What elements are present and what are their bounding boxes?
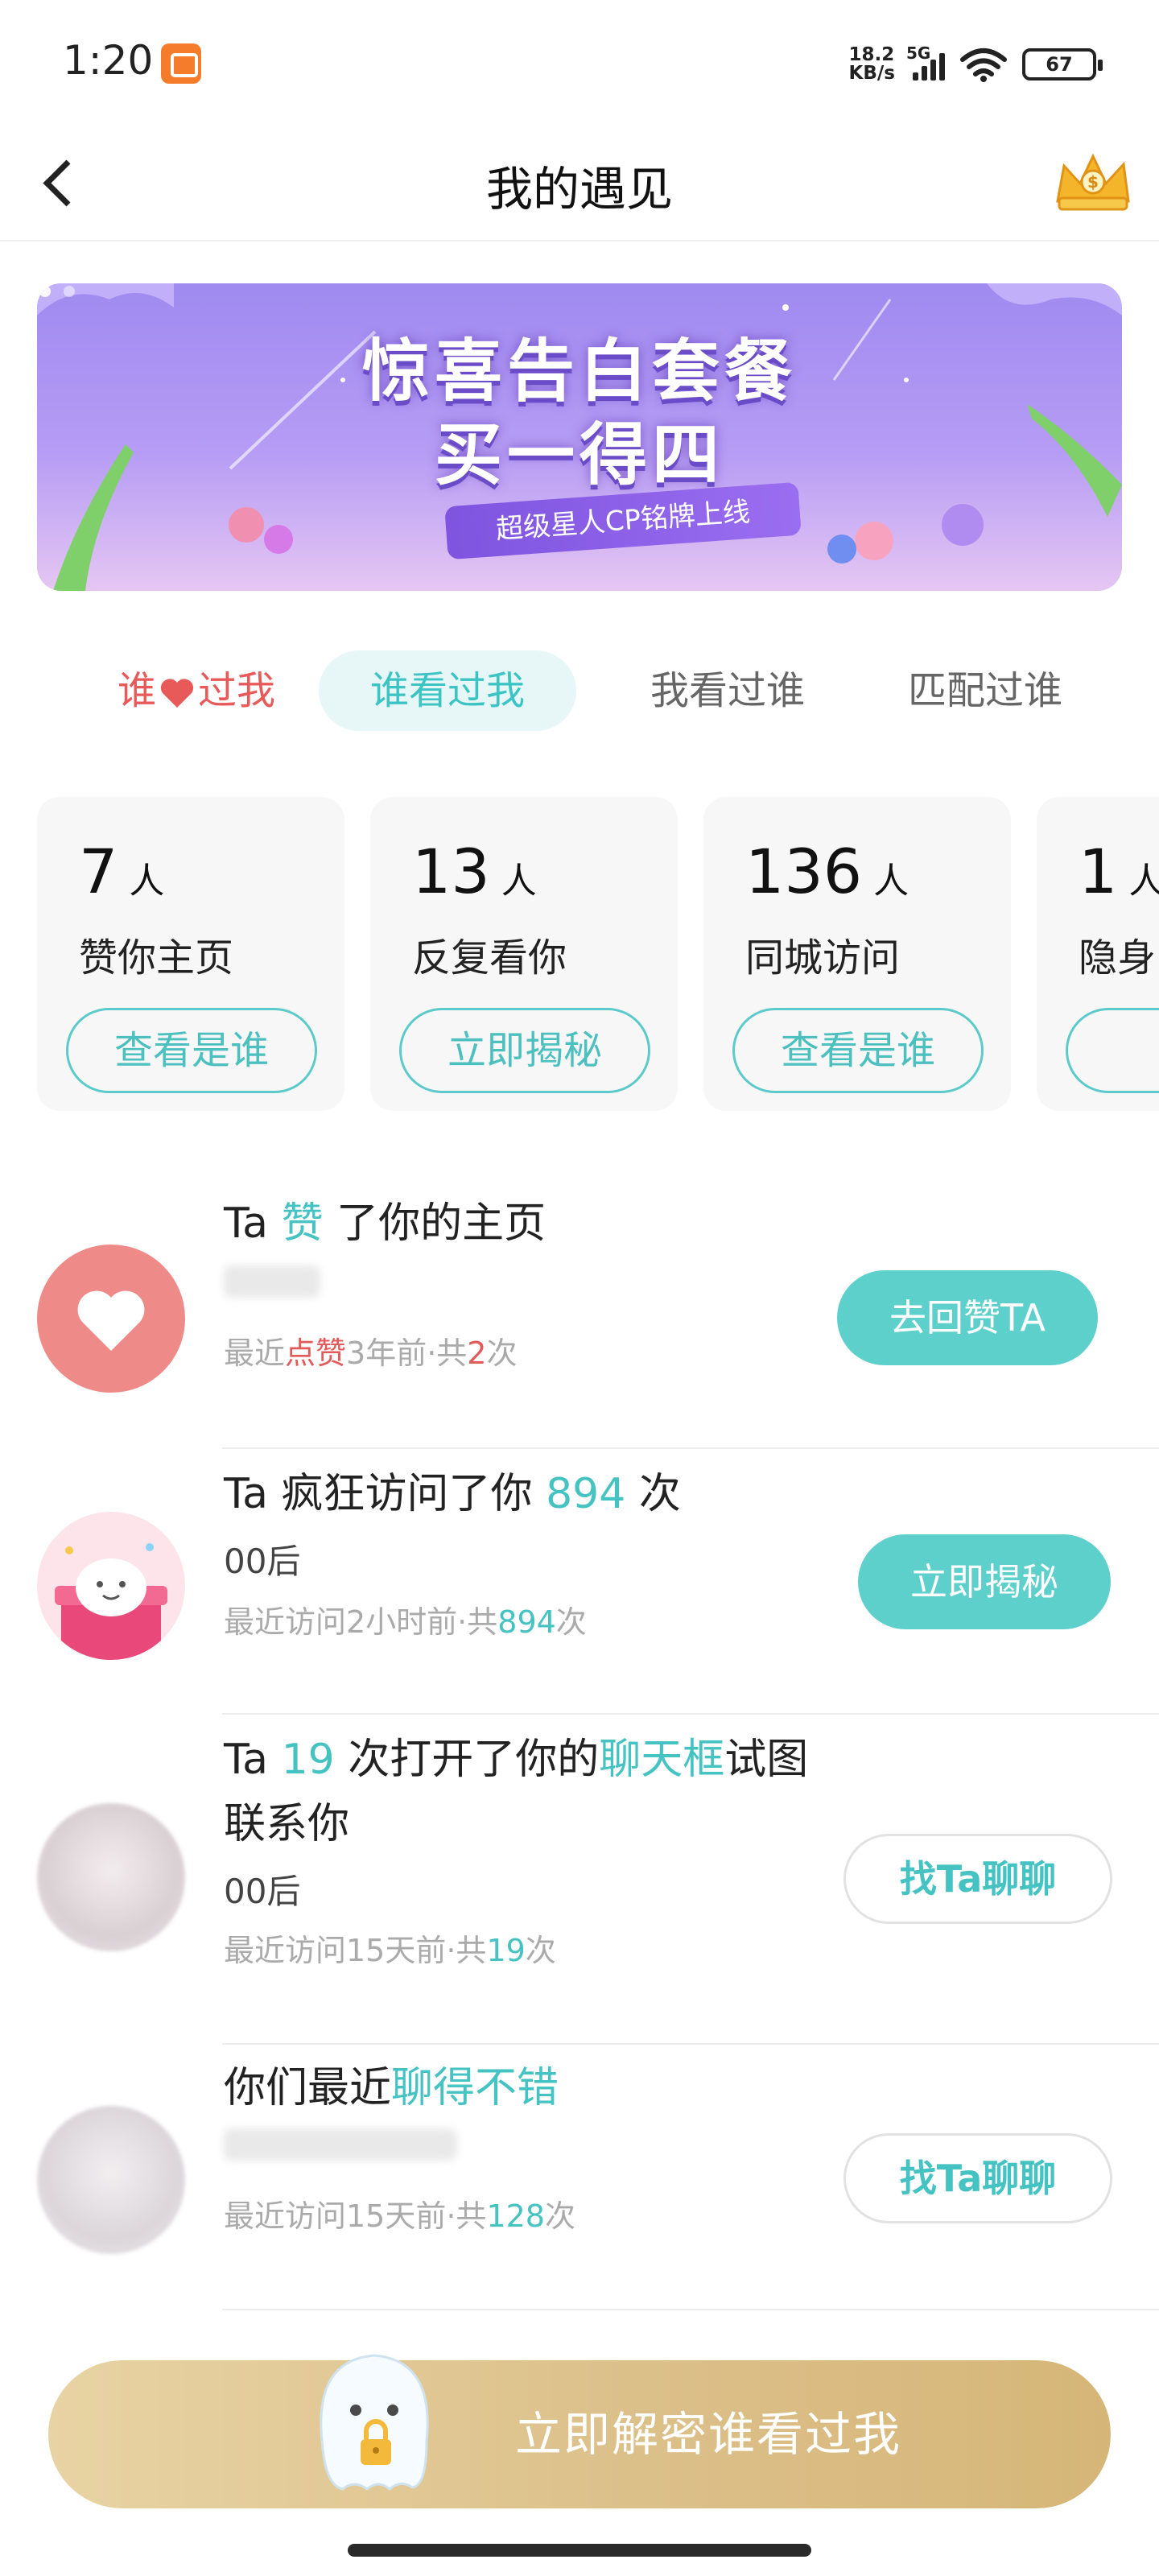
list-item-meta: 最近访问15天前·共128次	[224, 2198, 575, 2234]
tab-bar: 谁过我 谁看过我 我看过谁 匹配过谁	[76, 650, 1122, 731]
gift-ghost-icon	[55, 1543, 167, 1660]
status-time: 1:20	[63, 37, 154, 84]
list-item-title: Ta 赞 了你的主页	[224, 1199, 547, 1248]
stat-label: 同城访问	[745, 935, 901, 980]
list-item[interactable]: 你们最近聊得不错 最近访问15天前·共128次 找Ta聊聊	[0, 2045, 1159, 2310]
list-item[interactable]: Ta 疯狂访问了你 894 次 00后 最近访问2小时前·共894次 立即揭秘	[0, 1449, 1159, 1715]
stat-count: 13 人	[412, 836, 537, 907]
page-title: 我的遇见	[485, 162, 673, 217]
list-item-age: 00后	[224, 1542, 301, 1581]
chat-button[interactable]: 找Ta聊聊	[843, 1834, 1112, 1924]
list-item[interactable]: Ta 赞 了你的主页 最近点赞3年前·共2次 去回赞TA	[0, 1175, 1159, 1449]
cellular-signal-icon: 5G	[906, 43, 945, 80]
list-item[interactable]: Ta 19 次打开了你的聊天框试图联系你 00后 最近访问15天前·共19次 找…	[0, 1715, 1159, 2045]
banner-headline: 惊喜告白套餐	[361, 332, 797, 411]
tab-who-liked-me[interactable]: 谁过我	[76, 650, 317, 731]
tab-label-part: 谁	[117, 668, 156, 713]
blurred-name	[224, 1265, 320, 1306]
list-item-title: Ta 疯狂访问了你 894 次	[224, 1470, 681, 1518]
heart-icon	[160, 679, 194, 708]
app-header: 我的遇见 $	[0, 121, 1159, 242]
status-indicators: 18.2 KB/s 5G 67	[849, 40, 1103, 89]
list-item-title: Ta 19 次打开了你的聊天框试图联系你	[224, 1736, 809, 1848]
network-speed-unit: KB/s	[848, 63, 895, 84]
status-bar: 1:20 18.2 KB/s 5G 67	[0, 0, 1159, 121]
reveal-button[interactable]: 立即揭秘	[858, 1534, 1111, 1629]
home-indicator[interactable]	[348, 2544, 811, 2557]
blurred-name	[224, 2128, 457, 2169]
stat-label: 赞你主页	[79, 935, 234, 980]
stat-card: 13 人 反复看你 立即揭秘	[370, 797, 678, 1111]
view-who-button[interactable]: 查看是谁	[732, 1008, 984, 1093]
unlock-label: 立即解密谁看过我	[515, 2407, 902, 2462]
stat-card: 1人 隐身 了	[1037, 797, 1159, 1111]
banner-subheadline: 买一得四	[434, 415, 724, 494]
vip-crown-icon[interactable]: $	[1051, 145, 1135, 217]
stats-carousel[interactable]: 7人 赞你主页 查看是谁 13 人 反复看你 立即揭秘 136 人 同城访问 查看是…	[37, 797, 1159, 1111]
stat-label: 反复看你	[412, 935, 567, 980]
blurred-avatar	[37, 2106, 185, 2254]
list-item-age: 00后	[224, 1872, 301, 1911]
divider	[222, 2309, 1159, 2310]
list-item-meta: 最近点赞3年前·共2次	[224, 1335, 518, 1371]
svg-text:$: $	[1087, 172, 1099, 192]
app-notification-icon	[161, 43, 201, 84]
stat-card: 7人 赞你主页 查看是谁	[37, 797, 344, 1111]
promo-banner[interactable]: 惊喜告白套餐 买一得四 超级星人CP铭牌上线	[37, 283, 1122, 591]
unlock-who-viewed-me-button[interactable]: 立即解密谁看过我	[48, 2360, 1111, 2508]
tab-who-i-viewed[interactable]: 我看过谁	[607, 650, 848, 731]
battery-icon: 67	[1022, 48, 1103, 80]
stat-card: 136 人 同城访问 查看是谁	[703, 797, 1011, 1111]
network-speed-value: 18.2	[848, 44, 895, 65]
view-who-button[interactable]: 查看是谁	[66, 1008, 317, 1093]
blurred-avatar	[37, 1803, 185, 1951]
reveal-button[interactable]: 立即揭秘	[399, 1008, 650, 1093]
list-item-title: 你们最近聊得不错	[224, 2064, 559, 2112]
tab-who-i-matched[interactable]: 匹配过谁	[864, 650, 1106, 731]
banner-page-indicator	[39, 286, 75, 297]
ghost-lock-icon	[320, 2354, 429, 2491]
wifi-icon	[960, 48, 1007, 82]
chat-button[interactable]: 找Ta聊聊	[843, 2133, 1112, 2223]
stat-count: 136 人	[745, 836, 909, 907]
list-item-meta: 最近访问15天前·共19次	[224, 1933, 556, 1968]
ghost-avatar	[37, 1512, 185, 1660]
network-type: 5G	[906, 43, 931, 63]
like-avatar	[37, 1245, 185, 1393]
list-item-meta: 最近访问2小时前·共894次	[224, 1604, 587, 1640]
heart-icon	[77, 1290, 145, 1351]
network-speed: 18.2 KB/s	[849, 46, 895, 83]
stat-label: 隐身	[1079, 935, 1157, 980]
stat-count: 1人	[1079, 836, 1159, 907]
battery-level: 67	[1046, 53, 1073, 76]
tab-who-viewed-me[interactable]: 谁看过我	[319, 650, 576, 731]
stat-count: 7人	[79, 836, 165, 907]
stat-card-button[interactable]: 了	[1066, 1008, 1159, 1093]
tab-label-part: 过我	[198, 668, 276, 713]
like-back-button[interactable]: 去回赞TA	[837, 1270, 1098, 1365]
